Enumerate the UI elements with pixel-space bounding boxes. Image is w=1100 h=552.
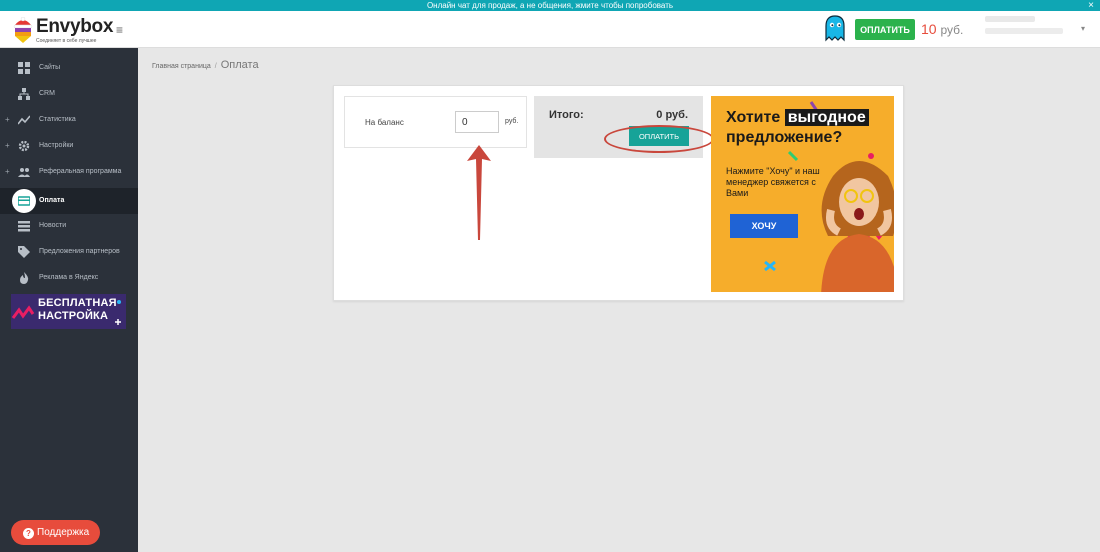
ad-headline-2: предложение? [726,129,843,146]
logo-tagline: Соединяет в себе лучшее [36,38,97,44]
sidebar-item-partners[interactable]: Предложения партнеров [0,239,138,265]
topup-amount-input[interactable] [455,111,499,133]
user-email-blurred [985,28,1063,34]
sitemap-icon [18,88,30,100]
expand-icon[interactable]: + [5,115,10,124]
logo-icon [13,17,33,43]
sidebar-item-payment[interactable]: Оплата [0,188,138,214]
user-menu[interactable] [985,16,1063,42]
payment-card: На баланс руб. Итого: 0 руб. ОПЛАТИТЬ Хо… [333,85,904,301]
sidebar-item-label: Оплата [39,197,65,204]
woman-illustration [821,161,894,292]
sidebar-item-label: Сайты [39,64,61,71]
sidebar-item-referral[interactable]: + Реферальная программа [0,159,138,185]
tag-icon [18,246,30,258]
question-icon: ? [23,527,34,539]
breadcrumb: Главная страница / Оплата [152,59,259,71]
promo-line-2: НАСТРОЙКА [38,310,109,322]
ad-headline-1: Хотите выгодное [726,108,869,127]
breadcrumb-home[interactable]: Главная страница [152,63,211,70]
balance-value: 10 [921,21,937,37]
grid-icon [18,62,30,74]
promo-line-1: БЕСПЛАТНАЯ [38,297,117,309]
close-icon[interactable]: × [1088,0,1094,11]
gear-icon [18,140,30,152]
balance-display: 10 руб. [921,21,963,37]
sidebar-item-yandex-ads[interactable]: Реклама в Яндекс [0,265,138,291]
ad-headline-highlight: выгодное [784,109,869,126]
breadcrumb-separator: / [214,63,217,70]
balance-unit: руб. [940,23,964,37]
card-icon [18,196,30,206]
annotation-arrow-icon [467,145,491,240]
promo-text: БЕСПЛАТНАЯ НАСТРОЙКА [38,297,117,323]
logo[interactable]: Envybox Соединяет в себе лучшее [12,15,114,45]
list-icon [18,221,30,232]
users-icon [18,168,30,177]
sidebar-item-label: Предложения партнеров [39,248,120,255]
topup-unit: руб. [505,118,519,125]
sidebar-item-news[interactable]: Новости [0,213,138,239]
offer-ad-banner[interactable]: Хотите выгодное предложение? Нажмите "Хо… [711,96,894,292]
user-name-blurred [985,16,1035,22]
sidebar-item-settings[interactable]: + Настройки [0,133,138,159]
expand-icon[interactable]: + [5,141,10,150]
header-pay-button[interactable]: ОПЛАТИТЬ [855,19,915,40]
support-label: Поддержка [37,526,90,538]
ad-subtext: Нажмите "Хочу" и наш менеджер свяжется с… [726,166,820,198]
promo-banner[interactable]: Онлайн чат для продаж, а не общения, жми… [0,0,1100,11]
sidebar-item-label: CRM [39,90,55,97]
sidebar-item-label: Реферальная программа [39,168,122,175]
sidebar-item-label: Новости [39,222,67,229]
want-button[interactable]: ХОЧУ [730,214,798,238]
free-setup-promo[interactable]: БЕСПЛАТНАЯ НАСТРОЙКА [11,294,126,329]
ghost-icon[interactable] [824,14,846,42]
pay-button[interactable]: ОПЛАТИТЬ [629,126,689,146]
promo-banner-text[interactable]: Онлайн чат для продаж, а не общения, жми… [427,1,673,10]
sidebar-item-crm[interactable]: CRM [0,81,138,107]
ad-headline-pre: Хотите [726,109,781,126]
chevron-down-icon[interactable]: ▾ [1081,24,1085,33]
balance-topup-panel: На баланс руб. [344,96,527,148]
page-title: Оплата [220,59,259,71]
sidebar-item-statistics[interactable]: + Статистика [0,107,138,133]
sidebar-item-sites[interactable]: Сайты [0,55,138,81]
app-header: Envybox Соединяет в себе лучшее ≡ ОПЛАТИ… [0,11,1100,48]
sidebar: Сайты CRM + Статистика + Настройки + Реф… [0,48,138,552]
sidebar-item-label: Настройки [39,142,74,149]
expand-icon[interactable]: + [5,167,10,176]
sidebar-item-label: Статистика [39,116,76,123]
hamburger-icon[interactable]: ≡ [116,23,123,37]
chart-line-icon [18,115,30,125]
sidebar-item-label: Реклама в Яндекс [39,274,99,281]
total-panel: Итого: 0 руб. ОПЛАТИТЬ [534,96,714,158]
support-button[interactable]: ? Поддержка [11,520,100,545]
total-label: Итого: [549,109,584,121]
topup-label: На баланс [365,118,404,127]
logo-name: Envybox [36,16,114,37]
fire-icon [20,272,29,284]
total-value: 0 руб. [656,109,688,121]
